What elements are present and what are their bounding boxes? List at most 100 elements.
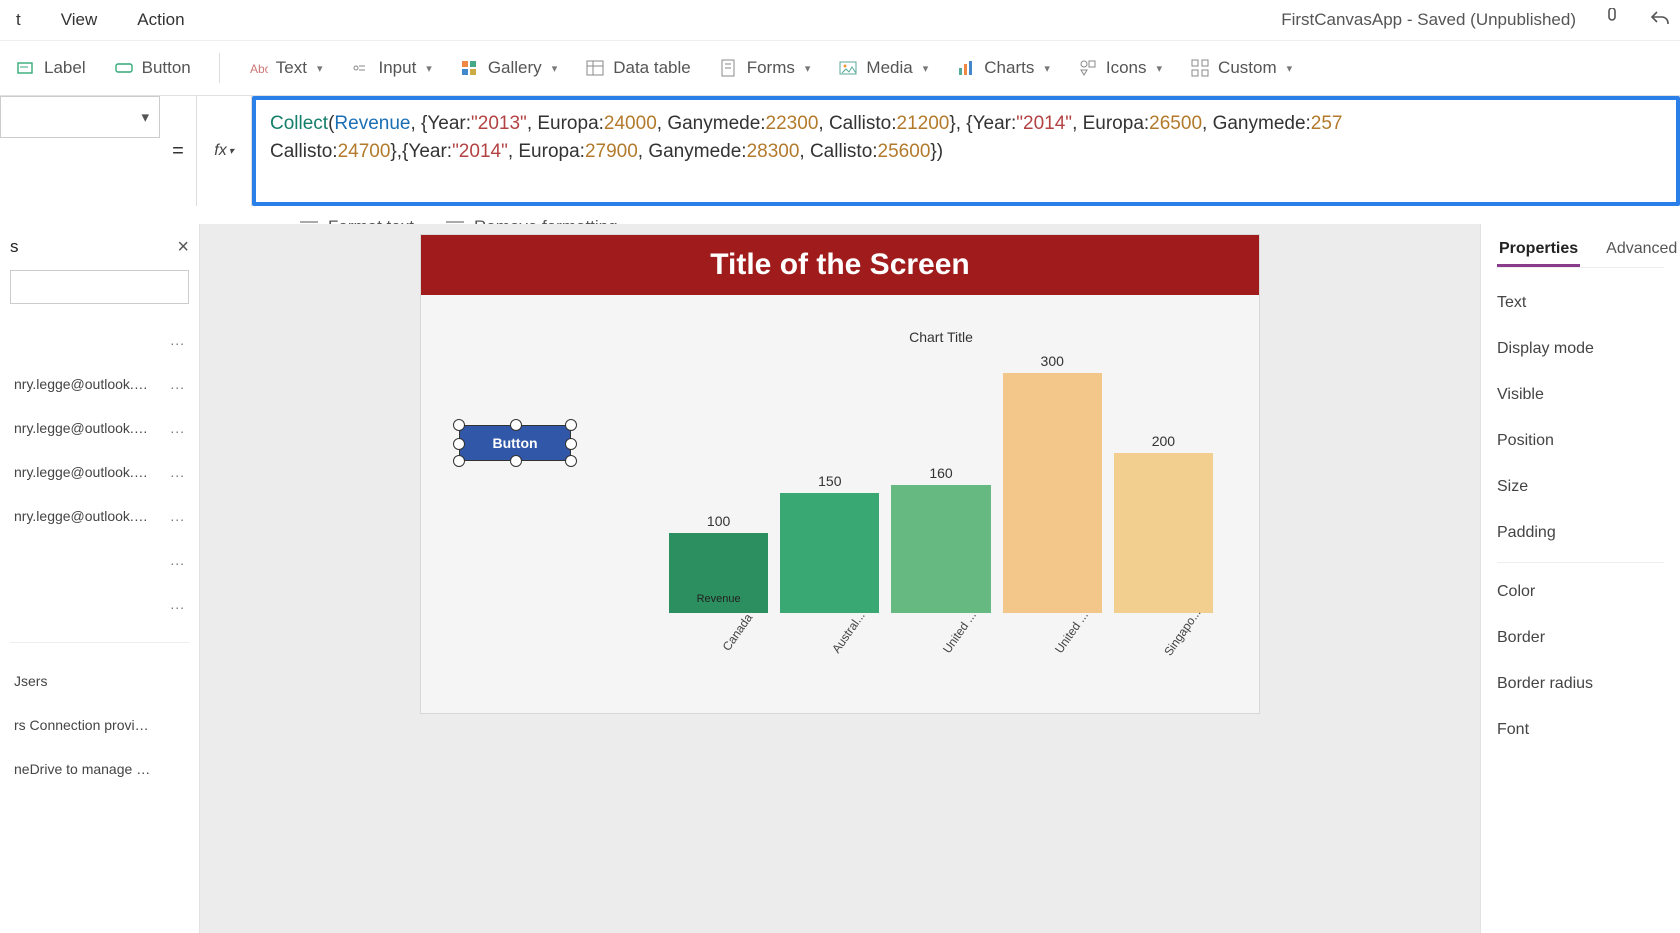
ribbon: Label Button Abc Text▾ Input▾ Gallery▾ D…: [0, 40, 1680, 96]
ribbon-label[interactable]: Label: [16, 58, 86, 78]
equals-label: =: [160, 96, 196, 206]
more-icon[interactable]: ...: [170, 332, 185, 348]
list-item[interactable]: neDrive to manage your files. Yo...: [10, 747, 189, 791]
screen-canvas[interactable]: Title of the Screen Button Chart Title 1…: [420, 234, 1260, 714]
list-item-text: neDrive to manage your files. Yo...: [14, 761, 154, 777]
more-icon[interactable]: ...: [170, 464, 185, 480]
ribbon-charts[interactable]: Charts▾: [956, 58, 1050, 78]
ribbon-gallery-label: Gallery: [488, 58, 542, 78]
list-item[interactable]: nry.legge@outlook.com...: [10, 406, 189, 450]
bar-value-label: 300: [1041, 353, 1064, 369]
property-row[interactable]: Border radius: [1497, 661, 1664, 707]
screen-title[interactable]: Title of the Screen: [421, 235, 1259, 295]
list-item-text: Jsers: [14, 673, 47, 689]
resize-handle[interactable]: [565, 455, 577, 467]
resize-handle[interactable]: [510, 419, 522, 431]
menu-item-t[interactable]: t: [8, 6, 29, 34]
property-row[interactable]: Padding: [1497, 510, 1664, 556]
bar-value-label: 200: [1152, 433, 1175, 449]
ribbon-label-text: Label: [44, 58, 86, 78]
sync-icon[interactable]: [1600, 8, 1624, 32]
property-row[interactable]: Display mode: [1497, 326, 1664, 372]
close-icon[interactable]: ×: [177, 236, 189, 259]
list-item[interactable]: Jsers: [10, 659, 189, 703]
ribbon-forms[interactable]: Forms▾: [719, 58, 811, 78]
gallery-icon: [460, 58, 480, 78]
list-item[interactable]: nry.legge@outlook.com...: [10, 362, 189, 406]
property-row[interactable]: Text: [1497, 280, 1664, 326]
list-item-text: nry.legge@outlook.com: [14, 508, 154, 524]
list-item-text: nry.legge@outlook.com: [14, 376, 154, 392]
ribbon-datatable[interactable]: Data table: [585, 58, 691, 78]
canvas-area[interactable]: Title of the Screen Button Chart Title 1…: [200, 224, 1480, 933]
chevron-down-icon: ▾: [805, 62, 811, 75]
property-row[interactable]: Position: [1497, 418, 1664, 464]
bar-value-label: 150: [818, 473, 841, 489]
resize-handle[interactable]: [565, 438, 577, 450]
legend-label: Revenue: [697, 593, 741, 605]
formula-input[interactable]: Collect(Revenue, {Year:"2013", Europa:24…: [252, 96, 1680, 206]
ribbon-text-label: Text: [276, 58, 307, 78]
chart-bar[interactable]: 150: [780, 473, 879, 613]
menu-bar: t View Action FirstCanvasApp - Saved (Un…: [0, 0, 1680, 40]
chart-bar[interactable]: 200: [1114, 433, 1213, 613]
input-icon: [350, 58, 370, 78]
resize-handle[interactable]: [510, 455, 522, 467]
ribbon-icons[interactable]: Icons▾: [1078, 58, 1162, 78]
ribbon-gallery[interactable]: Gallery ▾: [460, 58, 557, 78]
icons-icon: [1078, 58, 1098, 78]
ribbon-text[interactable]: Abc Text▾: [248, 58, 323, 78]
more-icon[interactable]: ...: [170, 508, 185, 524]
charts-icon: [956, 58, 976, 78]
svg-text:Abc: Abc: [250, 62, 268, 76]
list-item[interactable]: nry.legge@outlook.com...: [10, 494, 189, 538]
more-icon[interactable]: ...: [170, 596, 185, 612]
ribbon-input-label: Input: [378, 58, 416, 78]
property-dropdown[interactable]: ▾: [0, 96, 160, 138]
undo-icon[interactable]: [1648, 8, 1672, 32]
menu-item-action[interactable]: Action: [129, 6, 192, 34]
tab-advanced[interactable]: Advanced: [1604, 234, 1679, 267]
chevron-down-icon: ▾: [1287, 62, 1293, 75]
list-item[interactable]: ...: [10, 582, 189, 626]
property-row[interactable]: Size: [1497, 464, 1664, 510]
more-icon[interactable]: ...: [170, 552, 185, 568]
chevron-down-icon: ▾: [229, 146, 234, 157]
property-row[interactable]: Border: [1497, 615, 1664, 661]
property-row[interactable]: Color: [1497, 569, 1664, 615]
list-item-text: nry.legge@outlook.com: [14, 420, 154, 436]
more-icon[interactable]: ...: [170, 376, 185, 392]
bar-chart[interactable]: Chart Title 100Revenue150160300200 Canad…: [661, 329, 1221, 699]
fx-button[interactable]: fx▾: [196, 96, 252, 206]
chevron-down-icon: ▾: [1044, 62, 1050, 75]
resize-handle[interactable]: [453, 455, 465, 467]
selected-button-control[interactable]: Button: [459, 425, 571, 461]
list-item[interactable]: rs Connection provider lets you ...: [10, 703, 189, 747]
resize-handle[interactable]: [565, 419, 577, 431]
property-row[interactable]: Visible: [1497, 372, 1664, 418]
chart-bar[interactable]: 300: [1003, 353, 1102, 613]
search-input[interactable]: [10, 270, 189, 304]
ribbon-button[interactable]: Button: [114, 58, 191, 78]
chevron-down-icon: ▾: [1157, 62, 1163, 75]
ribbon-media[interactable]: Media▾: [838, 58, 928, 78]
more-icon[interactable]: ...: [170, 420, 185, 436]
forms-icon: [719, 58, 739, 78]
property-row[interactable]: Font: [1497, 707, 1664, 753]
ribbon-custom[interactable]: Custom▾: [1190, 58, 1292, 78]
list-item[interactable]: ...: [10, 538, 189, 582]
resize-handle[interactable]: [453, 419, 465, 431]
menu-item-view[interactable]: View: [53, 6, 106, 34]
list-item[interactable]: ...: [10, 318, 189, 362]
left-panel-title: s: [10, 237, 19, 257]
chevron-down-icon: ▾: [552, 62, 558, 75]
app-title: FirstCanvasApp - Saved (Unpublished): [1281, 10, 1576, 30]
resize-handle[interactable]: [453, 438, 465, 450]
list-item[interactable]: nry.legge@outlook.com...: [10, 450, 189, 494]
ribbon-datatable-label: Data table: [613, 58, 691, 78]
ribbon-input[interactable]: Input▾: [350, 58, 431, 78]
chart-title: Chart Title: [661, 329, 1221, 345]
main-area: s × ...nry.legge@outlook.com...nry.legge…: [0, 224, 1680, 933]
chart-bar[interactable]: 160: [891, 465, 990, 613]
tab-properties[interactable]: Properties: [1497, 234, 1580, 267]
